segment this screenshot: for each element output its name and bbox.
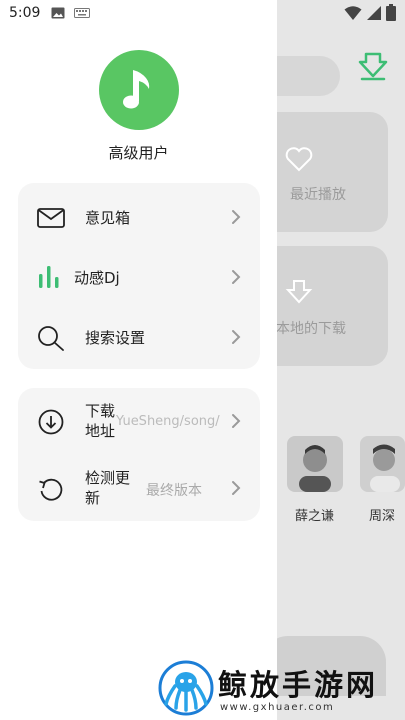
wifi-icon — [344, 6, 362, 20]
signal-icon — [367, 6, 381, 20]
username: 高级用户 — [108, 144, 169, 162]
chevron-right-icon — [232, 414, 241, 428]
menu-card-primary: 意见箱 动感Dj 搜索设置 — [18, 183, 260, 369]
artist-name: 薛之谦 — [295, 509, 335, 524]
download-circle-icon — [38, 409, 64, 435]
image-notification-icon — [51, 7, 65, 19]
artist-avatar — [287, 436, 343, 492]
menu-item-search-settings-label: 搜索设置 — [85, 329, 146, 347]
artist-name: 周深 — [369, 509, 396, 524]
watermark-title: 鲸放手游网 — [218, 668, 379, 702]
menu-item-feedback[interactable]: 意见箱 — [18, 187, 260, 247]
download-icon — [358, 52, 388, 81]
menu-item-search-settings[interactable]: 搜索设置 — [18, 307, 260, 367]
user-avatar[interactable] — [99, 50, 179, 130]
mail-icon — [37, 208, 65, 228]
menu-item-dj-label: 动感Dj — [74, 269, 120, 287]
menu-item-download-path[interactable]: 下载 地址 YueSheng/song/ — [18, 391, 260, 451]
local-download-icon — [285, 280, 313, 304]
chevron-right-icon — [232, 270, 241, 284]
battery-icon — [386, 4, 396, 21]
keyboard-notification-icon — [74, 8, 90, 18]
status-time: 5:09 — [9, 5, 41, 21]
menu-card-secondary: 下载 地址 YueSheng/song/ 检测更 新 最终版本 — [18, 388, 260, 521]
chevron-right-icon — [232, 330, 241, 344]
chevron-right-icon — [232, 210, 241, 224]
check-update-value: 最终版本 — [146, 483, 202, 499]
download-path-value: YueSheng/song/ — [116, 414, 220, 429]
search-icon — [38, 326, 64, 351]
heart-icon — [285, 147, 313, 172]
watermark-url: www.gxhuaer.com — [220, 702, 335, 713]
menu-item-feedback-label: 意见箱 — [85, 209, 131, 227]
refresh-icon — [39, 478, 63, 501]
music-note-icon — [123, 70, 150, 109]
navigation-drawer: 高级用户 意见箱 动感Dj 搜索设置 下载 地址 YueSheng/song/ … — [0, 0, 277, 720]
equalizer-icon — [39, 266, 59, 288]
watermark: 鲸放手游网 www.gxhuaer.com — [158, 660, 398, 718]
status-bar: 5:09 — [0, 0, 405, 28]
artist-avatar — [360, 436, 405, 492]
menu-item-dj[interactable]: 动感Dj — [18, 247, 260, 307]
menu-item-check-update-label: 检测更 新 — [85, 469, 131, 507]
menu-item-check-update[interactable]: 检测更 新 最终版本 — [18, 458, 260, 518]
octopus-logo-icon — [158, 660, 214, 716]
chevron-right-icon — [232, 481, 241, 495]
